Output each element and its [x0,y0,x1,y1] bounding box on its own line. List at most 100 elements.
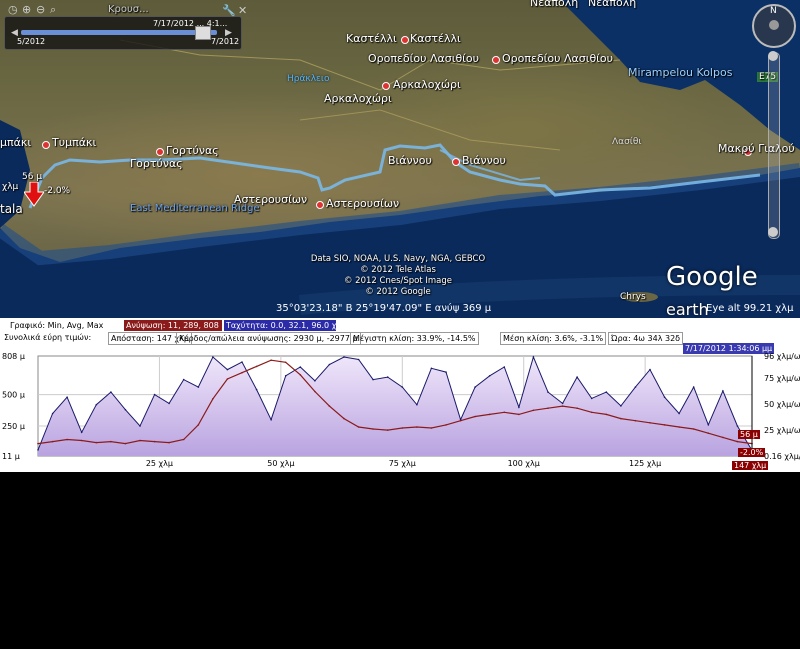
place-kastelli[interactable]: Καστέλλι [346,32,397,45]
y-right-tick-label: 96 χλμ/ω [764,352,800,361]
speed-point [299,374,302,376]
y-left-tick-label: 250 μ [2,422,25,431]
elevation-point [299,366,302,368]
map-view[interactable]: Νεάπολη Νεάπολη Καστέλλι Καστέλλι Οροπεδ… [0,0,800,318]
speed-point [182,438,185,441]
speed-point [95,441,98,444]
elevation-point [474,386,476,388]
place-arkalochori[interactable]: Αρκαλοχώρι [393,78,461,91]
place-neapoli[interactable]: Νεάπολη [530,0,578,9]
compass-control[interactable]: N [752,4,796,48]
compass-center-icon[interactable] [769,20,779,30]
town-marker-icon[interactable] [492,56,500,64]
zoom-in-icon[interactable]: ⊕ [22,3,31,16]
place-neapoli-alt: Νεάπολη [588,0,637,9]
eye-altitude: Eye alt 99.21 χλμ [706,303,794,314]
place-lasithi: Λασίθι [612,137,642,147]
speed-point [284,361,287,364]
elevation-point [66,396,68,398]
y-right-tick-label: 0.16 χλμ/ω [764,452,800,461]
elevation-point [328,363,331,366]
speed-point [328,405,331,407]
zoom-minus-icon[interactable] [768,227,778,237]
cursor-coordinates: 35°03'23.18" B 25°19'47.09" E ανύψ 369 μ [276,303,492,314]
elevation-point [37,449,39,451]
elevation-point [314,380,316,382]
graph-label: Γραφικό: Min, Avg, Max [10,321,104,330]
position-arrow-icon[interactable] [24,182,44,210]
speed-point [168,441,170,444]
place-irakleio[interactable]: Ηράκλειο [287,74,329,84]
elevation-point [182,378,185,381]
speed-point [372,428,374,430]
elevation-point [168,402,170,405]
zoom-slider[interactable] [768,51,780,239]
place-oropedio[interactable]: Οροπεδίου Λασιθίου [368,52,479,65]
town-marker-icon[interactable] [401,36,409,44]
speed-point [503,411,506,414]
speed-point [488,413,491,416]
speed-point [226,378,229,380]
elevation-point [357,358,360,361]
time-slider-handle[interactable] [195,26,211,40]
place-oropedio-alt: Οροπεδίου Λασιθίου [502,52,613,65]
town-marker-icon[interactable] [382,82,390,90]
date-search-icon[interactable]: ⌕ [50,3,56,17]
close-slider-icon[interactable]: ✕ [238,4,247,17]
elevation-point [532,356,535,358]
time-slider[interactable]: ◀ ▶ 7/17/2012 ... 4:1... 5/2012 7/2012 [4,16,242,50]
elevation-point [634,386,637,388]
elevation-point [139,425,141,427]
elevation-point [226,368,229,371]
y-left-tick-label: 11 μ [2,452,20,461]
town-marker-icon[interactable] [452,158,460,166]
speed-point [153,440,156,443]
elevation-point [663,396,666,398]
speed-point [401,427,404,429]
y-left-tick-label: 808 μ [2,352,25,361]
marker-elevation-label: 56 μ [22,172,43,182]
elevation-point [270,418,272,421]
elevation-point [401,386,404,388]
close-profile-icon[interactable]: x [788,638,794,649]
speed-series-toggle[interactable]: Ταχύτητα: 0.0, 32.1, 96.0 χλμ/ω [224,320,356,331]
x-tick-label: 100 χλμ [508,459,540,468]
slider-start-date: 5/2012 [17,37,46,46]
elevation-point [576,376,578,378]
wrench-icon[interactable]: 🔧 [222,4,236,17]
place-makry-gialos[interactable]: Μακρύ Γιαλού [718,142,795,155]
zoom-out-icon[interactable]: ⊖ [36,3,45,16]
attribution: Data SIO, NOAA, U.S. Navy, NGA, GEBCO © … [310,254,486,297]
place-mirampelou[interactable]: Mirampelou Kolpos [628,66,732,79]
elevation-point [255,388,258,391]
place-tympaki[interactable]: μπάκι [0,136,31,149]
elevation-series-toggle[interactable]: Ανύψωση: 11, 289, 808 μ [124,320,226,331]
elevation-point [488,375,491,377]
time-slider-track[interactable] [21,30,217,35]
elevation-profile-chart[interactable]: 808 μ 500 μ 250 μ 11 μ 96 χλμ/ω 75 χλμ/ω 50 χλ… [0,342,800,472]
elevation-point [212,356,214,358]
town-marker-icon[interactable] [316,201,324,209]
cursor-elevation-badge: 56 μ [738,430,760,439]
place-tala[interactable]: tala [0,202,23,216]
zoom-plus-icon[interactable] [768,51,778,61]
speed-point [386,429,389,431]
speed-point [241,371,243,374]
place-viannou-alt: Βιάννου [462,154,506,167]
speed-point [37,442,39,445]
elevation-point [197,386,200,388]
y-left-tick-label: 500 μ [2,391,25,400]
elevation-point [343,356,345,358]
elevation-point [284,375,287,377]
elevation-point [372,378,374,381]
place-viannou[interactable]: Βιάννου [388,154,432,167]
speed-point [110,440,112,443]
place-partial-top: Κρουσ... [108,4,149,15]
town-marker-icon[interactable] [42,141,50,149]
slider-clock-icon[interactable]: ◷ [8,3,18,16]
place-kastelli-alt: Καστέλλι [410,32,461,45]
cursor-distance-badge: 147 χλμ [732,461,769,470]
place-gortynas[interactable]: Γορτύνας [166,144,219,157]
elevation-point [590,397,593,400]
town-marker-icon[interactable] [156,148,164,156]
